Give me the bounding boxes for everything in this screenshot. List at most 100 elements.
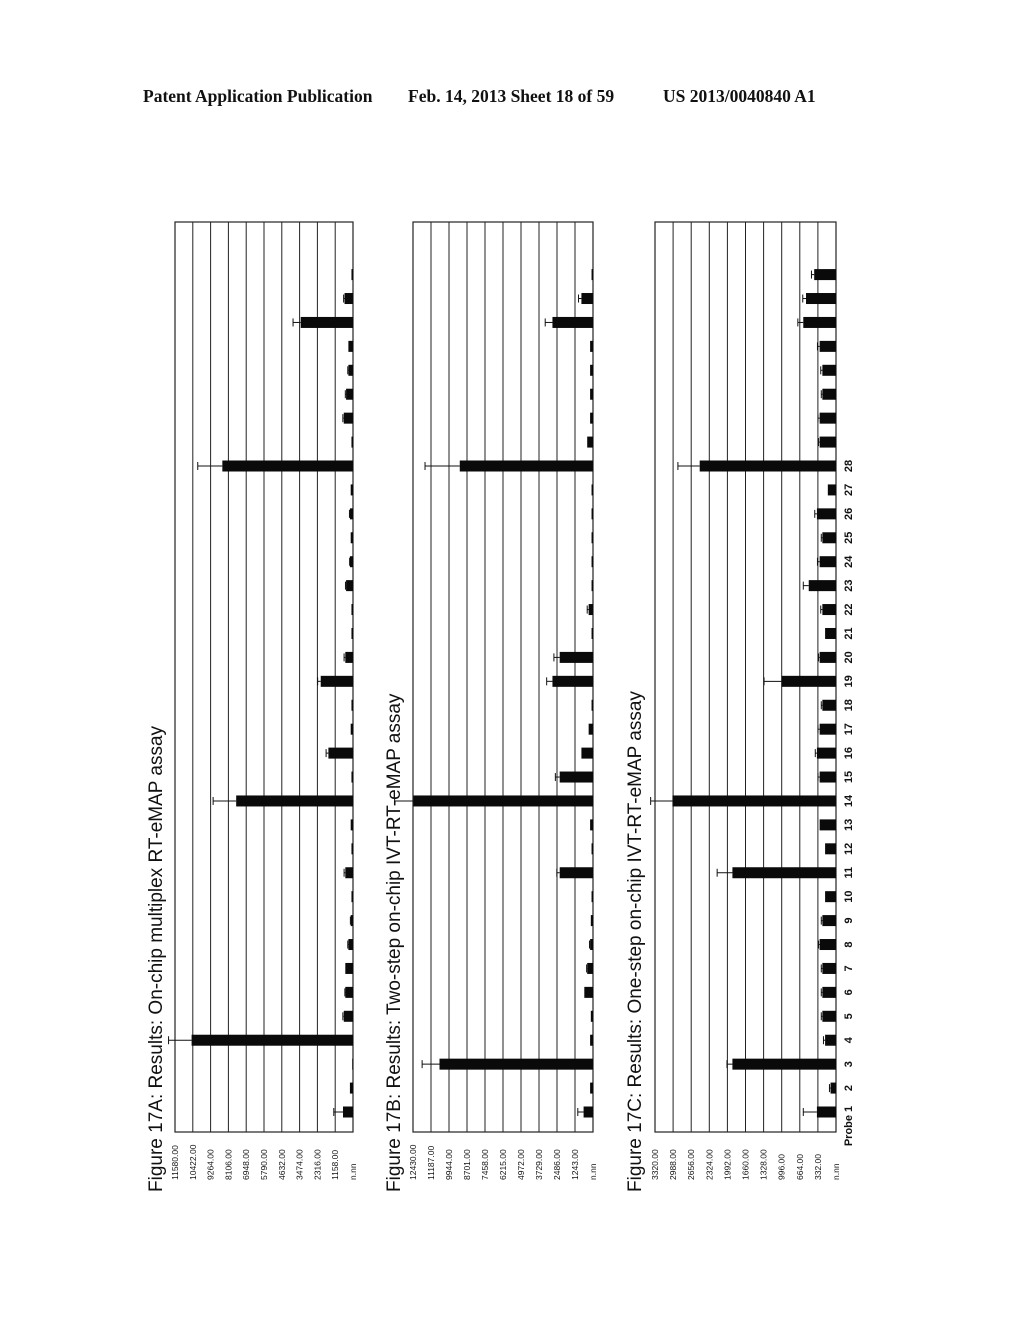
bar — [816, 747, 836, 759]
bar — [825, 1034, 836, 1046]
y-tick-label: 6948.00 — [241, 1149, 251, 1180]
y-tick-label: 9264.00 — [206, 1149, 216, 1180]
probe-tick-label: 14 — [843, 794, 855, 807]
bar — [819, 819, 836, 831]
bar — [590, 388, 593, 400]
bar — [808, 580, 836, 592]
bar — [819, 340, 836, 352]
bar — [590, 939, 593, 951]
y-tick-label: 12430.00 — [408, 1144, 418, 1180]
bar — [588, 723, 593, 735]
bar — [559, 867, 593, 879]
bar — [816, 1106, 836, 1118]
y-tick-label: 3320.00 — [650, 1149, 660, 1180]
bar — [591, 484, 593, 496]
bar — [348, 340, 353, 352]
y-tick-label: 2486.00 — [552, 1149, 562, 1180]
y-tick-label: 2316.00 — [312, 1149, 322, 1180]
bar — [822, 699, 836, 711]
bar — [591, 508, 593, 520]
bar — [350, 819, 353, 831]
bar — [552, 675, 593, 687]
probe-tick-label: 3 — [843, 1061, 855, 1067]
bar — [819, 556, 836, 568]
probe-tick-label: 27 — [843, 484, 855, 496]
bar — [559, 771, 593, 783]
probe-tick-label: 10 — [843, 891, 855, 903]
bar — [345, 986, 353, 998]
bar — [591, 699, 593, 711]
bar — [581, 747, 593, 759]
bar — [822, 604, 836, 616]
bar — [819, 771, 836, 783]
bar — [819, 939, 836, 951]
bar — [819, 412, 836, 424]
y-tick-label: n.nn — [831, 1163, 841, 1180]
y-tick-label: n.nn — [348, 1163, 358, 1180]
bar — [827, 484, 836, 496]
bar — [825, 891, 836, 903]
probe-tick-label: 8 — [843, 941, 855, 947]
bar — [350, 484, 353, 496]
y-tick-label: 1158.00 — [330, 1150, 340, 1180]
bar — [236, 795, 353, 807]
probe-tick-label: 15 — [843, 771, 855, 783]
bar — [822, 962, 836, 974]
bar — [699, 460, 836, 472]
bar — [590, 1034, 593, 1046]
bar — [584, 986, 593, 998]
probe-tick-label: 16 — [843, 747, 855, 759]
probe-tick-label: 24 — [843, 555, 855, 568]
bar — [350, 915, 353, 927]
bar — [822, 1010, 836, 1022]
y-tick-label: 332.00 — [813, 1154, 823, 1180]
bar — [806, 293, 836, 305]
y-tick-label: n.nn — [588, 1163, 598, 1180]
bar — [348, 364, 353, 376]
bar — [559, 651, 593, 663]
bar — [349, 1082, 353, 1094]
bar — [348, 939, 353, 951]
bar — [819, 436, 836, 448]
y-tick-label: 1992.00 — [722, 1149, 732, 1180]
bar — [822, 532, 836, 544]
bar — [732, 867, 836, 879]
bar — [351, 269, 353, 281]
bar — [591, 532, 593, 544]
bar — [351, 771, 353, 783]
bar — [351, 699, 353, 711]
bar — [349, 556, 353, 568]
probe-tick-label: Probe 1 — [843, 1106, 855, 1146]
bar — [590, 1010, 593, 1022]
y-tick-label: 1660.00 — [741, 1149, 751, 1180]
bar — [300, 316, 353, 328]
bar — [351, 891, 353, 903]
probe-tick-label: 2 — [843, 1085, 855, 1091]
bar — [351, 604, 353, 616]
probe-tick-label: 23 — [843, 580, 855, 592]
y-tick-label: 11580.00 — [170, 1145, 180, 1180]
y-tick-label: 1328.00 — [759, 1149, 769, 1180]
bar — [819, 723, 836, 735]
y-tick-label: 8701.00 — [462, 1149, 472, 1180]
y-tick-label: 2656.00 — [686, 1149, 696, 1180]
probe-tick-label: 22 — [843, 603, 855, 615]
y-tick-label: 5790.00 — [259, 1149, 269, 1180]
bar — [345, 962, 353, 974]
y-tick-label: 1243.00 — [570, 1149, 580, 1180]
bar — [344, 293, 353, 305]
bar — [581, 293, 593, 305]
probe-tick-label: 4 — [843, 1036, 855, 1043]
bar — [191, 1034, 353, 1046]
figure-17: 11580.00 10422.00 9264.00 8106.00 6948.00 579… — [146, 221, 855, 1192]
bar — [816, 508, 836, 520]
bar — [732, 1058, 836, 1070]
bar — [345, 651, 353, 663]
bar — [822, 388, 836, 400]
probe-tick-label: 13 — [843, 819, 855, 831]
bar — [590, 364, 593, 376]
bar — [588, 604, 593, 616]
y-tick-label: 4972.00 — [516, 1149, 526, 1180]
bar — [830, 1082, 836, 1094]
bar — [349, 508, 353, 520]
